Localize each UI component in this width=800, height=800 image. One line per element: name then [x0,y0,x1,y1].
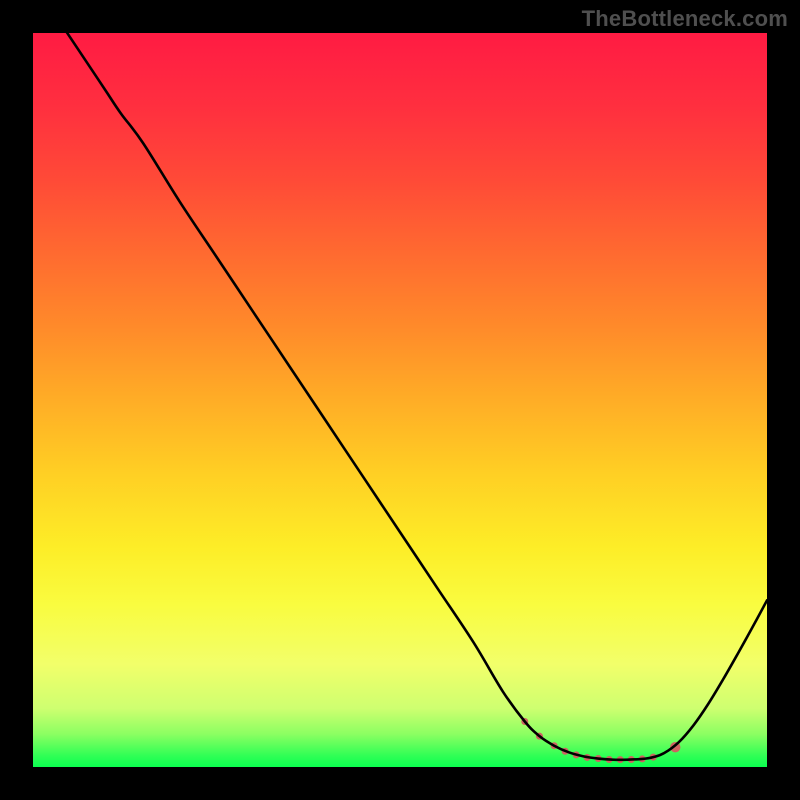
watermark-text: TheBottleneck.com [582,6,788,32]
plot-area [33,33,767,767]
chart-svg [33,33,767,767]
chart-container: TheBottleneck.com [0,0,800,800]
